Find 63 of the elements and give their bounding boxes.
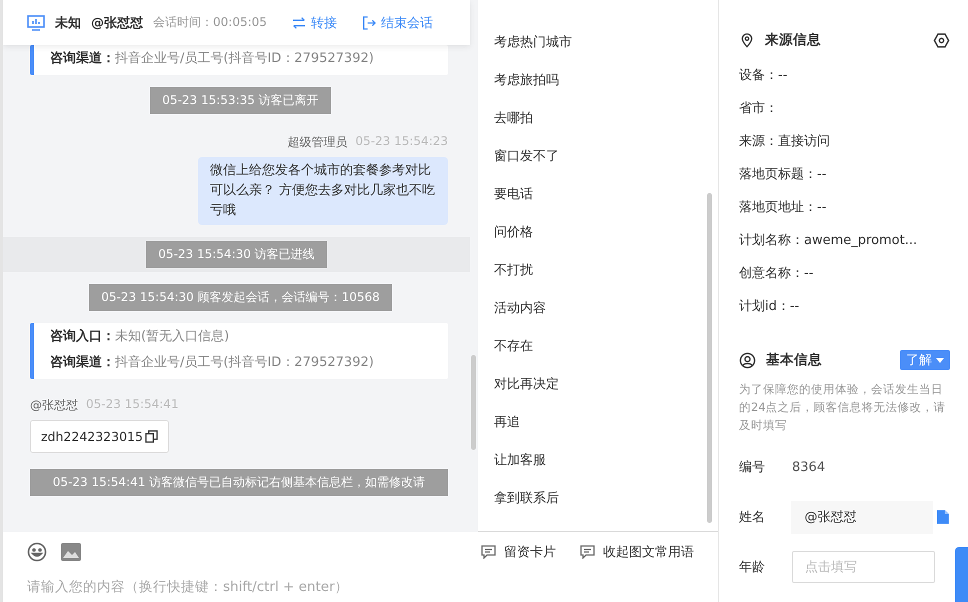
quick-reply-item[interactable]: 去哪拍: [494, 99, 533, 137]
quick-reply-item[interactable]: 不打扰: [494, 251, 533, 289]
swap-icon: [290, 14, 307, 30]
section-title: 基本信息: [766, 351, 823, 369]
copy-icon[interactable]: [144, 430, 158, 443]
quick-reply-item[interactable]: 问价格: [494, 213, 533, 251]
session-duration: 会话时间：00:05:05: [153, 14, 267, 31]
info-field: 计划id：--: [739, 297, 950, 316]
info-field: 计划名称：aweme_promot...: [739, 231, 950, 250]
quick-reply-item[interactable]: 考虑旅拍吗: [494, 61, 559, 99]
info-row-text: 咨询渠道：抖音企业号/员工号(抖音号ID：279527392): [50, 354, 375, 371]
message-time: 05-23 15:54:23: [355, 134, 448, 150]
info-field: 来源：直接访问: [739, 132, 950, 151]
toolbar-button[interactable]: 留资卡片: [481, 543, 556, 561]
message-icon: [580, 545, 595, 559]
settings-icon: [933, 32, 950, 48]
message-input[interactable]: 请输入您的内容（换行快捷键：shift/ctrl + enter）: [27, 576, 718, 598]
quick-reply-item[interactable]: 拿到联系后: [494, 479, 559, 517]
system-message: 05-23 15:53:35 访客已离开: [150, 87, 331, 114]
message-bubble: zdh2242323015: [30, 420, 169, 453]
quick-reply-item[interactable]: 活动内容: [494, 289, 546, 327]
quick-reply-item[interactable]: 再追: [494, 403, 520, 441]
field-label: 姓名: [739, 509, 766, 526]
message-time: 05-23 15:54:41: [86, 397, 179, 413]
info-field: 省市：: [739, 99, 950, 118]
message-bubble: 微信上给您发各个城市的套餐参考对比可以么亲？ 方便您去多对比几家也不吃亏哦: [198, 157, 448, 225]
message-icon: [481, 545, 496, 559]
info-row-text: 咨询入口：未知(暂无入口信息): [50, 328, 230, 345]
caret-icon: [936, 358, 944, 362]
sender-name: 超级管理员: [287, 134, 348, 151]
info-row-text: 咨询渠道：抖音企业号/员工号(抖音号ID：279527392): [50, 50, 375, 67]
image-icon[interactable]: [61, 543, 81, 561]
location-pin-icon: [739, 32, 755, 48]
user-icon: [739, 352, 756, 368]
field-label: 编号: [739, 459, 766, 476]
info-field: 设备：--: [739, 66, 950, 85]
exit-icon: [360, 14, 377, 30]
quick-reply-item[interactable]: 要电话: [494, 175, 533, 213]
name-field[interactable]: @张怼怼: [791, 500, 934, 534]
field-value: 8364: [792, 460, 826, 474]
visitor-name: @张怼怼: [91, 14, 143, 32]
info-field: 落地页地址：--: [739, 198, 950, 217]
emoji-icon[interactable]: [27, 542, 47, 562]
info-field: 创意名称：--: [739, 264, 950, 283]
scrollbar[interactable]: [707, 193, 712, 523]
section-title: 来源信息: [765, 31, 822, 49]
age-field[interactable]: 点击填写: [792, 551, 935, 583]
scrollbar[interactable]: [471, 355, 476, 450]
quick-reply-item[interactable]: 窗口发不了: [494, 137, 559, 175]
field-label: 年龄: [739, 559, 766, 576]
quick-reply-item[interactable]: 考虑热门城市: [494, 23, 572, 61]
quick-reply-item[interactable]: 让加客服: [494, 441, 546, 479]
system-message: 05-23 15:54:30 顾客发起会话，会话编号：10568: [89, 284, 392, 311]
system-message: 05-23 15:54:30 访客已进线: [146, 241, 327, 268]
monitor-icon: [27, 14, 45, 30]
system-message: 05-23 15:54:41 访客微信号已自动标记右侧基本信息栏，如需修改请: [30, 469, 448, 496]
info-field: 落地页标题：--: [739, 165, 950, 184]
notice-text: 为了保障您的使用体验，会话发生当日的24点之后，顾客信息将无法修改，请及时填写: [739, 381, 947, 434]
quick-reply-item[interactable]: 对比再决定: [494, 365, 559, 403]
visitor-status: 未知: [55, 14, 81, 32]
toolbar-button[interactable]: 收起图文常用语: [580, 543, 694, 561]
quick-reply-item[interactable]: 不存在: [494, 327, 533, 365]
sender-name: @张怼怼: [30, 397, 78, 414]
